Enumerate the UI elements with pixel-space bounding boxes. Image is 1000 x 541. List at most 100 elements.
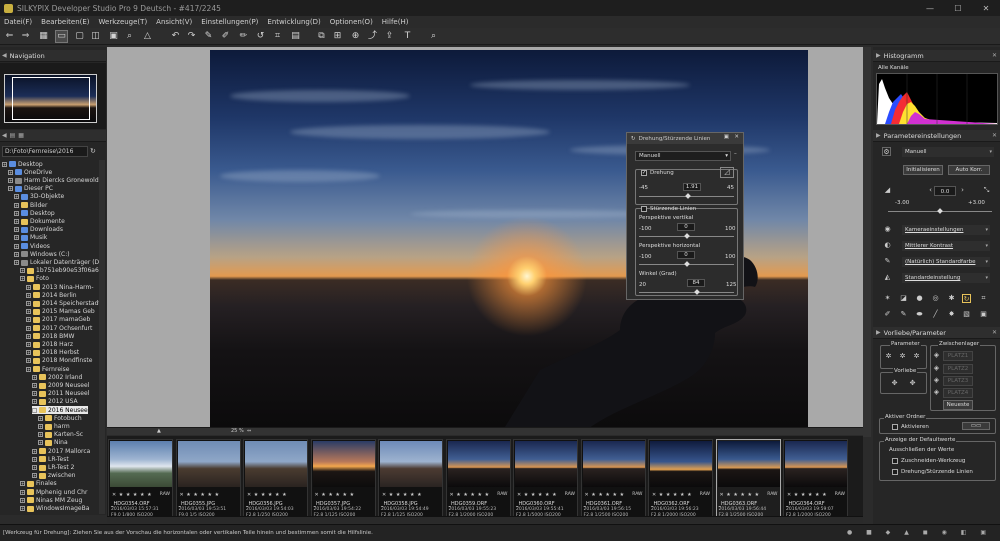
minimize-button[interactable]: — [916,0,944,16]
open-icon[interactable]: ⇐ [4,31,15,42]
expand-icon[interactable]: + [26,301,31,307]
expand-icon[interactable]: + [20,481,25,487]
film-thumb[interactable]: ✕ ★ ★ ★ ★ ★ RAW _HDG0363.ORF 2016/03/03 19:… [715,439,781,523]
menu-hilfe[interactable]: Hilfe(H) [382,18,409,26]
rating-stars[interactable]: ✕ ★ ★ ★ ★ ★ [585,492,625,498]
angle-tool-icon[interactable]: ◿ [720,167,734,178]
menu-bearbeiten[interactable]: Bearbeiten(E) [41,18,89,26]
expand-icon[interactable]: + [32,456,37,462]
film-thumb[interactable]: ✕ ★ ★ ★ ★ ★ RAW _HDG0360.ORF 2016/03/03 19:… [513,439,578,523]
eraser-icon[interactable]: ⬬ [915,310,924,319]
menu-entwicklung[interactable]: Entwicklung(D) [267,18,320,26]
platz1-button[interactable]: PLATZ1 [943,351,973,361]
expand-icon[interactable]: + [32,399,37,405]
tree-item[interactable]: + Fernreise [26,365,70,373]
reset-icon[interactable]: ⤡ [982,186,991,195]
spot-icon[interactable]: ✏ [238,31,249,42]
menu-datei[interactable]: Datei(F) [4,18,32,26]
tree-item[interactable]: +2018 Mondfinste [26,357,92,365]
expand-icon[interactable]: + [20,489,25,495]
expand-icon[interactable]: + [14,227,19,233]
tree-item[interactable]: +2014 Speicherstadt [26,299,99,307]
filmstrip-scrollbar[interactable] [107,516,863,523]
expand-icon[interactable]: + [26,358,31,364]
export-icon[interactable]: ⤴ [367,31,378,42]
crop-icon[interactable]: ⌗ [272,31,283,42]
help-icon[interactable]: ▣ [724,134,729,140]
tree-item[interactable]: + Foto [20,275,49,283]
expand-icon[interactable]: + [26,325,31,331]
expand-icon[interactable]: + [14,219,19,225]
navigation-frame[interactable] [12,77,90,120]
neueste-button[interactable]: Neueste [943,400,973,410]
rating-stars[interactable]: ✕ ★ ★ ★ ★ ★ [652,492,692,498]
redo-icon[interactable]: ↷ [186,31,197,42]
tree-item[interactable]: +2018 Herbst [26,349,79,357]
text-icon[interactable]: T [402,31,413,42]
expand-icon[interactable]: + [14,202,19,208]
favorites-tab-icon[interactable]: ▦ [18,132,24,139]
expand-icon[interactable]: + [8,186,13,192]
menu-einstellungen[interactable]: Einstellungen(P) [201,18,258,26]
spot-icon[interactable]: ✸ [947,310,956,319]
vertikal-value[interactable]: 0 [677,223,695,231]
tree-item[interactable]: +2018 BMW [26,332,74,340]
preview-scrollbar[interactable]: ▲ 25 % ⇔ [107,427,863,435]
warning-icon[interactable]: △ [142,31,153,42]
zoom-label[interactable]: 25 % [231,428,244,434]
expand-icon[interactable]: + [26,317,31,323]
rating-stars[interactable]: ✕ ★ ★ ★ ★ ★ [517,492,557,498]
expand-icon[interactable]: + [2,161,7,167]
tree-item[interactable]: + Harm Diercks Gronewold [8,176,99,184]
develop-icon[interactable]: ⇪ [384,31,395,42]
expand-icon[interactable]: + [26,350,31,356]
copy-params-icon[interactable]: ⧉ [316,31,327,42]
folder-tab-icon[interactable]: ▤ [10,132,16,139]
tree-item[interactable]: + Musik [14,234,47,242]
tree-scrollbar[interactable] [99,160,105,514]
tree-item[interactable]: + Downloads [14,226,63,234]
tree-item[interactable]: + Videos [14,242,50,250]
rotation-tool-icon[interactable]: ↻ [962,294,971,303]
path-field[interactable]: D:\Foto\Fernreise\2016 [2,146,88,157]
gradient-icon[interactable]: ▧ [962,310,971,319]
stamp-icon[interactable]: ⊕ [350,31,361,42]
tree-item[interactable]: +2002 Irland [32,373,82,381]
expand-icon[interactable]: + [26,366,31,372]
drehung-default-checkbox[interactable] [892,469,898,475]
tree-item[interactable]: +2012 USA [32,398,78,406]
folder-settings-button[interactable]: ▭▭ [962,422,990,430]
rating-stars[interactable]: ✕ ★ ★ ★ ★ ★ [180,492,220,498]
tree-item[interactable]: +2014 Berlin [26,291,77,299]
aktivieren-checkbox[interactable] [892,424,898,430]
single-view-icon[interactable]: ▭ [55,30,68,43]
param-apply-icon[interactable]: ✲ [898,352,907,361]
expand-icon[interactable]: + [8,178,13,184]
expand-icon[interactable]: + [14,194,19,200]
tree-item[interactable]: + zwischen [32,472,75,480]
expand-icon[interactable]: + [32,473,37,479]
save-icon[interactable]: ⇒ [20,31,31,42]
film-thumb[interactable]: ✕ ★ ★ ★ ★ ★ RAW _HDG0362.ORF 2016/03/03 19:… [648,439,713,523]
expand-icon[interactable]: + [32,465,37,471]
color-dropdown[interactable]: (Natürlich) Standardfarbe ▾ [902,257,990,267]
expand-icon[interactable]: + [26,284,31,290]
horizontal-value[interactable]: 0 [677,251,695,259]
expand-icon[interactable]: + [20,506,25,512]
film-thumb[interactable]: ✕ ★ ★ ★ ★ ★ RAW _HDG0359.ORF 2016/03/03 19:… [445,439,511,523]
histogram-channel[interactable]: Alle Kanäle [878,65,909,71]
frame-icon[interactable]: ▣ [979,310,988,319]
sharpness-icon[interactable]: ◭ [883,273,892,282]
undo-icon[interactable]: ↶ [170,31,181,42]
expand-icon[interactable]: + [32,383,37,389]
expand-icon[interactable]: + [26,292,31,298]
tree-item[interactable]: + LR-Test [32,455,69,463]
eyedropper-icon[interactable]: ✎ [203,31,214,42]
tree-item[interactable]: + Desktop [2,160,43,168]
tree-item[interactable]: + Bilder [14,201,47,209]
film-thumb[interactable]: ✕ ★ ★ ★ ★ ★ _HDG0357.JPG 2016/03/03 19:54:… [310,439,376,523]
drehung-checkbox[interactable]: ✓ [641,170,647,176]
menu-icon[interactable]: – [734,151,737,157]
tree-item[interactable]: + Ninas MM Zeug [20,496,82,504]
winkel-slider[interactable] [639,292,734,293]
